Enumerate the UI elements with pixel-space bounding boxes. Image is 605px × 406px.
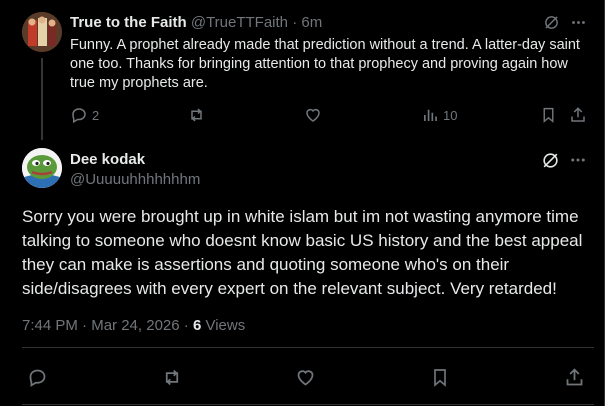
more-icon[interactable]	[570, 14, 587, 31]
separator: ·	[82, 317, 88, 334]
views-count: 6	[192, 317, 202, 334]
share-button[interactable]	[569, 106, 587, 124]
reply-button[interactable]	[27, 367, 48, 388]
timestamp[interactable]: 6m	[301, 14, 322, 31]
avatar[interactable]	[22, 148, 62, 188]
separator: ·	[292, 14, 298, 31]
post-text: Funny. A prophet already made that predi…	[70, 37, 580, 91]
grok-icon[interactable]	[543, 14, 560, 31]
handle[interactable]: @Uuuuuhhhhhhhm	[70, 171, 200, 188]
handle[interactable]: @TrueTTFaith	[191, 14, 288, 31]
like-button[interactable]	[295, 367, 316, 388]
retweet-icon	[187, 106, 206, 124]
retweet-button[interactable]	[187, 106, 206, 124]
post-date[interactable]: Mar 24, 2026	[91, 317, 179, 334]
retweet-button[interactable]	[161, 367, 183, 388]
bookmark-icon	[540, 106, 557, 124]
post-time[interactable]: 7:44 PM	[22, 317, 78, 334]
share-icon	[569, 106, 587, 124]
views-button[interactable]: 10	[421, 106, 457, 124]
display-name[interactable]: Dee kodak	[70, 151, 145, 168]
more-icon[interactable]	[569, 151, 587, 169]
divider	[22, 404, 594, 405]
like-button[interactable]	[304, 106, 322, 124]
reply-count: 2	[92, 107, 100, 123]
bookmark-button[interactable]	[540, 106, 557, 124]
divider	[22, 347, 594, 348]
bookmark-icon	[430, 367, 450, 388]
reply-button[interactable]: 2	[70, 106, 99, 124]
display-name[interactable]: True to the Faith	[70, 14, 187, 31]
like-icon	[304, 106, 322, 124]
post-text: Sorry you were brought up in white islam…	[22, 207, 583, 298]
bookmark-button[interactable]	[430, 367, 450, 388]
retweet-icon	[161, 367, 183, 388]
grok-icon[interactable]	[541, 151, 560, 170]
like-icon	[295, 367, 316, 388]
post-header: True to the Faith @TrueTTFaith · 6m	[70, 14, 322, 31]
avatar[interactable]	[22, 12, 62, 52]
reply-icon	[70, 106, 88, 124]
views-icon	[421, 106, 439, 124]
reply-icon	[27, 367, 48, 388]
views-count: 10	[443, 107, 458, 123]
views-label: Views	[205, 317, 246, 334]
thread-line	[41, 58, 43, 140]
post-meta: 7:44 PM · Mar 24, 2026 · 6 Views	[22, 317, 245, 334]
separator: ·	[183, 317, 189, 334]
share-button[interactable]	[564, 367, 585, 388]
share-icon	[564, 367, 585, 388]
